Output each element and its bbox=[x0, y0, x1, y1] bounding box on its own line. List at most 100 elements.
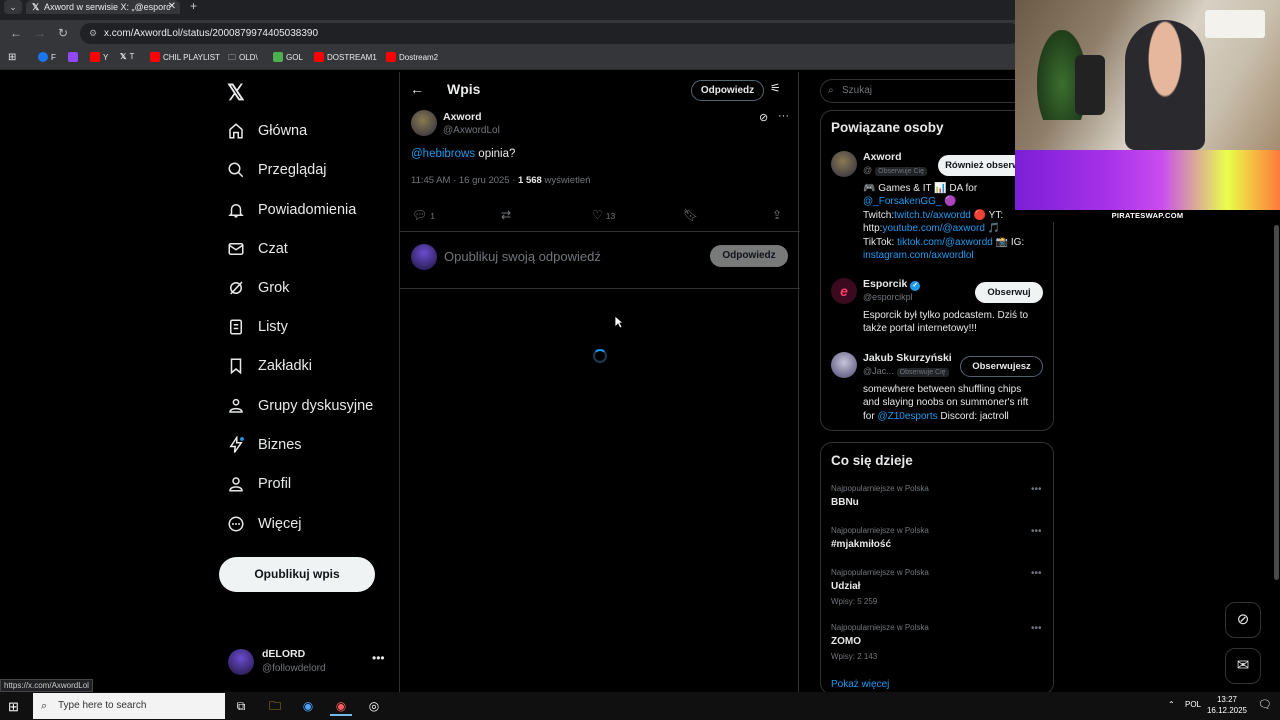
taskbar-search-field[interactable]: ⌕ Type here to search bbox=[33, 693, 225, 719]
back-icon[interactable]: ← bbox=[10, 26, 22, 40]
nav-communities[interactable]: Grupy dyskusyjne bbox=[226, 392, 373, 420]
grok-icon[interactable]: ⊘ bbox=[759, 111, 768, 124]
reply-top-button[interactable]: Odpowiedz bbox=[691, 80, 764, 101]
language-indicator[interactable]: POL bbox=[1185, 700, 1201, 709]
site-info-icon[interactable]: ⚙ bbox=[89, 23, 97, 44]
back-arrow-icon[interactable]: ← bbox=[410, 81, 424, 97]
trend-item[interactable]: Najpopularniejsze w Polska Udział Wpisy:… bbox=[831, 568, 1045, 612]
post-button[interactable]: Opublikuj wpis bbox=[219, 557, 375, 592]
lightning-icon bbox=[226, 435, 246, 455]
nav-chat[interactable]: Czat bbox=[226, 235, 288, 263]
bio-link[interactable]: tiktok.com/@axwordd bbox=[897, 237, 993, 248]
bookmark-item[interactable]: 𝕏T bbox=[120, 52, 134, 61]
tab-search-button[interactable]: ⌄ bbox=[4, 0, 22, 14]
show-more-link[interactable]: Pokaż więcej bbox=[831, 679, 889, 690]
reply-input[interactable]: Opublikuj swoją odpowiedź bbox=[444, 249, 601, 264]
task-view-icon[interactable]: ⧉ bbox=[230, 696, 252, 716]
trend-item[interactable]: Najpopularniejsze w Polska BBNu ••• bbox=[831, 484, 1045, 518]
like-action[interactable]: ♡ 13 bbox=[592, 208, 615, 222]
x-favicon-icon: 𝕏 bbox=[32, 2, 40, 12]
messages-float-button[interactable]: ✉ bbox=[1225, 648, 1261, 684]
bookmark-item[interactable]: CHIL PLAYLIST bbox=[150, 52, 220, 62]
bookmark-item[interactable]: GOL bbox=[273, 52, 303, 62]
bio-link[interactable]: twitch.tv/axwordd bbox=[894, 210, 971, 221]
nav-notifications[interactable]: Powiadomienia bbox=[226, 196, 356, 224]
follow-button[interactable]: Obserwuj bbox=[975, 282, 1043, 303]
nav-bookmarks[interactable]: Zakładki bbox=[226, 352, 312, 380]
reload-icon[interactable]: ↻ bbox=[58, 26, 68, 40]
person-item[interactable]: e Esporcik ✓ @esporcikpl Obserwuj Esporci… bbox=[831, 278, 1045, 334]
nav-home[interactable]: Główna bbox=[226, 117, 307, 145]
person-handle: @Jac... Obserwuje Cię bbox=[863, 366, 949, 377]
bookmark-item[interactable]: F bbox=[38, 52, 56, 62]
author-name[interactable]: Axword bbox=[443, 111, 482, 123]
grok-float-button[interactable]: ⊘ bbox=[1225, 602, 1261, 638]
reply-icon: 💬︎ bbox=[412, 208, 428, 222]
apps-grid-icon[interactable]: ⊞ bbox=[8, 52, 16, 63]
more-icon[interactable]: ··· bbox=[778, 110, 789, 122]
taskbar-clock[interactable]: 13:27 16.12.2025 bbox=[1203, 694, 1251, 716]
main-column: ← Wpis Odpowiedz ⚟ Axword @AxwordLol ⊘ ·… bbox=[399, 72, 800, 692]
bookmark-item[interactable]: Y bbox=[90, 52, 108, 62]
more-icon[interactable]: ••• bbox=[1031, 623, 1042, 634]
trend-name: #mjakmiłość bbox=[831, 539, 892, 550]
nav-explore[interactable]: Przeglądaj bbox=[226, 156, 327, 184]
reply-submit-button[interactable]: Odpowiedz bbox=[710, 245, 788, 267]
more-icon[interactable]: ••• bbox=[1031, 484, 1042, 495]
bookmark-item[interactable] bbox=[68, 52, 81, 62]
x-logo[interactable]: 𝕏 bbox=[227, 80, 245, 106]
tray-chevron-icon[interactable]: ⌃ bbox=[1168, 700, 1175, 709]
nav-lists[interactable]: Listy bbox=[226, 313, 288, 341]
card-title: Powiązane osoby bbox=[831, 120, 944, 135]
file-explorer-icon[interactable]: 🗀 bbox=[264, 696, 286, 716]
browser-tab[interactable]: 𝕏 Axword w serwisie X: „@esporc ✕ bbox=[26, 0, 180, 14]
author-avatar[interactable] bbox=[411, 110, 437, 136]
sliders-icon[interactable]: ⚟ bbox=[770, 81, 781, 95]
person-item[interactable]: Axword @ Obserwuje Cię Również obserwuj 🎮… bbox=[831, 151, 1045, 266]
person-item[interactable]: Jakub Skurzyński @Jac... Obserwuje Cię Ob… bbox=[831, 352, 1045, 427]
trend-item[interactable]: Najpopularniejsze w Polska #mjakmiłość •… bbox=[831, 526, 1045, 560]
scrollbar-thumb[interactable] bbox=[1274, 225, 1279, 580]
tab-close-icon[interactable]: ✕ bbox=[168, 0, 176, 14]
more-circle-icon bbox=[226, 514, 246, 534]
account-switcher[interactable]: dELORD @followdelord ••• bbox=[228, 645, 388, 681]
mention-link[interactable]: @hebibrows bbox=[411, 148, 475, 160]
bio-link[interactable]: youtube.com/@axword bbox=[882, 223, 984, 234]
bio-link[interactable]: instagram.com/axwordlol bbox=[863, 249, 1024, 262]
repost-icon[interactable]: ⇄ bbox=[501, 208, 511, 222]
more-icon[interactable]: ••• bbox=[1031, 526, 1042, 537]
following-button[interactable]: Obserwujesz bbox=[960, 356, 1043, 377]
author-handle[interactable]: @AxwordLol bbox=[443, 125, 500, 136]
bookmark-item[interactable]: DOSTREAM1 bbox=[314, 52, 377, 62]
account-name: dELORD bbox=[262, 648, 306, 660]
search-input[interactable]: ⌕ Szukaj bbox=[820, 79, 1020, 103]
obs-icon[interactable]: ◎ bbox=[363, 696, 385, 716]
bookmark-icon[interactable]: 🔖︎ bbox=[683, 208, 698, 222]
notification-center-icon[interactable]: 🗨︎ bbox=[1258, 698, 1272, 711]
nav-more[interactable]: Więcej bbox=[226, 510, 302, 538]
nav-label: Więcej bbox=[258, 516, 302, 532]
views-count: 1 568 bbox=[518, 175, 542, 186]
tweet-time[interactable]: 11:45 AM · 16 gru 2025 · bbox=[411, 175, 518, 186]
nav-grok[interactable]: Grok bbox=[226, 274, 289, 302]
page-title: Wpis bbox=[447, 81, 481, 97]
new-tab-button[interactable]: + bbox=[190, 0, 197, 12]
nav-profile[interactable]: Profil bbox=[226, 470, 291, 498]
trend-item[interactable]: Najpopularniejsze w Polska ZOMO Wpisy: 2… bbox=[831, 623, 1045, 667]
reply-action[interactable]: 💬︎ 1 bbox=[412, 208, 435, 222]
avatar bbox=[831, 352, 857, 378]
chrome-profile-icon[interactable]: ◉ bbox=[297, 696, 319, 716]
url-field[interactable]: ⚙ x.com/AxwordLol/status/200087997440503… bbox=[80, 23, 1020, 44]
more-icon[interactable]: ••• bbox=[1031, 568, 1042, 579]
windows-start-icon[interactable]: ⊞ bbox=[8, 699, 19, 715]
person-handle: @esporcikpl bbox=[863, 292, 913, 302]
bookmark-folder[interactable]: 🗀 OLD\ bbox=[228, 52, 258, 66]
bookmark-item[interactable]: Dostream2 bbox=[386, 52, 438, 62]
bio-link[interactable]: @Z10esports bbox=[877, 411, 937, 422]
forward-icon[interactable]: → bbox=[34, 26, 46, 40]
chrome-icon[interactable]: ◉ bbox=[330, 696, 352, 716]
share-icon[interactable]: ⇪ bbox=[772, 208, 782, 222]
bio-link[interactable]: @_ForsakenGG_ 🟣 bbox=[863, 195, 1024, 208]
more-icon: ••• bbox=[372, 651, 385, 665]
nav-business[interactable]: Biznes bbox=[226, 431, 302, 459]
